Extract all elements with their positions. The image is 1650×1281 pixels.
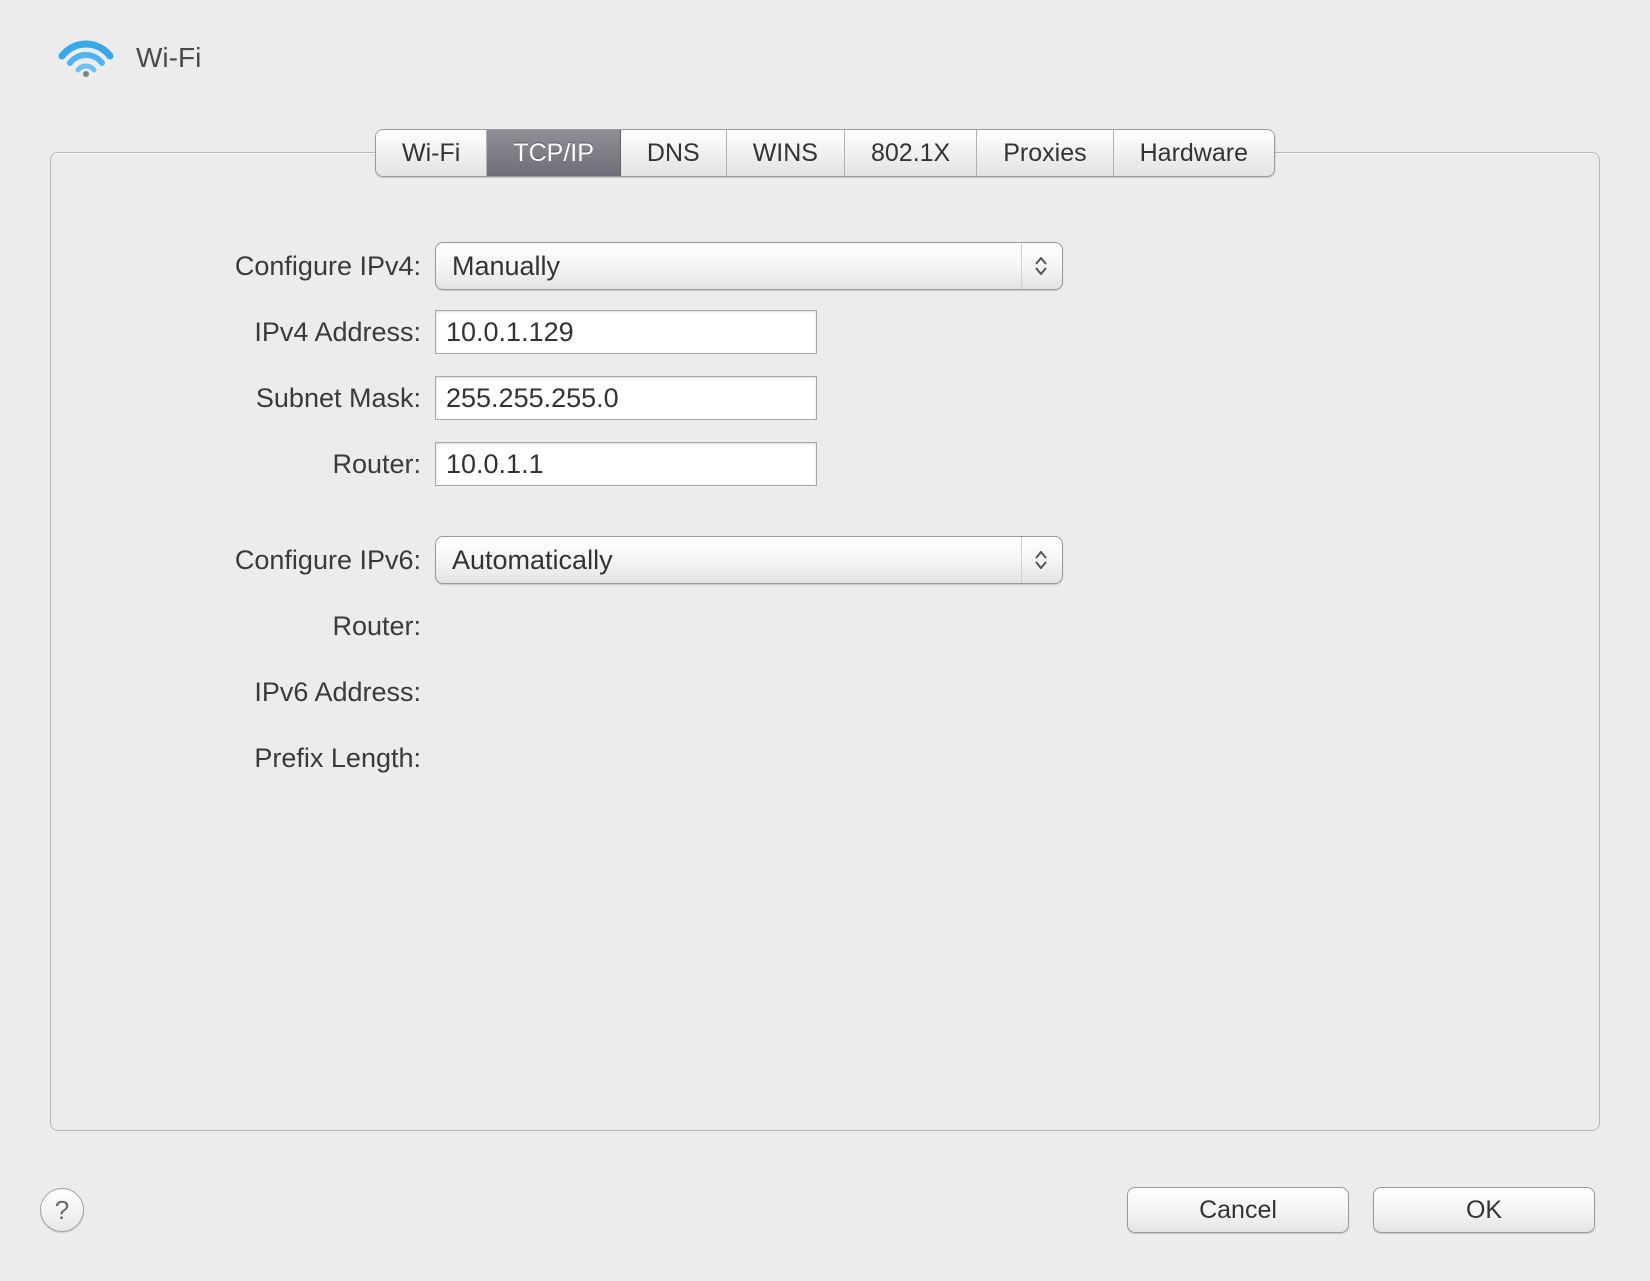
configure-ipv6-label: Configure IPv6: — [91, 545, 435, 576]
page-title: Wi-Fi — [136, 42, 201, 74]
network-advanced-window: Wi-Fi Wi-Fi TCP/IP DNS WINS 802.1X Proxi… — [0, 0, 1650, 1281]
configure-ipv6-select[interactable]: Automatically — [435, 536, 1063, 584]
configure-ipv4-select[interactable]: Manually — [435, 242, 1063, 290]
settings-panel: Wi-Fi TCP/IP DNS WINS 802.1X Proxies Har… — [50, 152, 1600, 1131]
ipv6-address-label: IPv6 Address: — [91, 677, 435, 708]
ipv4-address-field[interactable] — [435, 310, 817, 354]
tab-tcpip[interactable]: TCP/IP — [487, 130, 621, 176]
tab-wifi[interactable]: Wi-Fi — [376, 130, 487, 176]
header: Wi-Fi — [56, 30, 1600, 85]
bottom-bar: ? Cancel OK — [40, 1187, 1595, 1233]
subnet-mask-label: Subnet Mask: — [91, 383, 435, 414]
configure-ipv6-value: Automatically — [452, 545, 613, 576]
prefix-length-label: Prefix Length: — [91, 743, 435, 774]
router-v6-label: Router: — [91, 611, 435, 642]
tab-bar: Wi-Fi TCP/IP DNS WINS 802.1X Proxies Har… — [375, 129, 1275, 177]
chevron-up-down-icon — [1021, 243, 1052, 289]
tab-proxies[interactable]: Proxies — [977, 130, 1113, 176]
router-v4-field[interactable] — [435, 442, 817, 486]
wifi-icon — [56, 30, 116, 85]
tab-dns[interactable]: DNS — [621, 130, 727, 176]
tab-wins[interactable]: WINS — [727, 130, 845, 176]
tcpip-form: Configure IPv4: Manually IPv4 Address: — [51, 233, 1599, 791]
tab-8021x[interactable]: 802.1X — [845, 130, 977, 176]
help-button[interactable]: ? — [40, 1188, 84, 1232]
tab-hardware[interactable]: Hardware — [1114, 130, 1274, 176]
configure-ipv4-label: Configure IPv4: — [91, 251, 435, 282]
cancel-button[interactable]: Cancel — [1127, 1187, 1349, 1233]
configure-ipv4-value: Manually — [452, 251, 560, 282]
router-v4-label: Router: — [91, 449, 435, 480]
subnet-mask-field[interactable] — [435, 376, 817, 420]
ok-button[interactable]: OK — [1373, 1187, 1595, 1233]
ipv4-address-label: IPv4 Address: — [91, 317, 435, 348]
chevron-up-down-icon — [1021, 537, 1052, 583]
